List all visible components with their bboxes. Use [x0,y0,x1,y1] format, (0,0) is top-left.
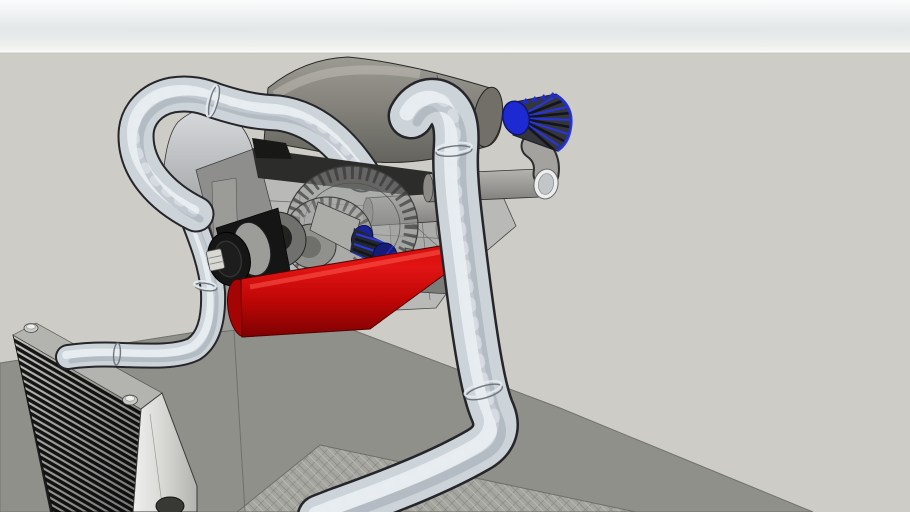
radiator-inlet-bung [23,323,39,333]
radiator-outlet [155,496,185,512]
radiator-bung-2 [122,394,138,406]
render-canvas [0,0,910,512]
model-viewport[interactable] [0,0,910,512]
